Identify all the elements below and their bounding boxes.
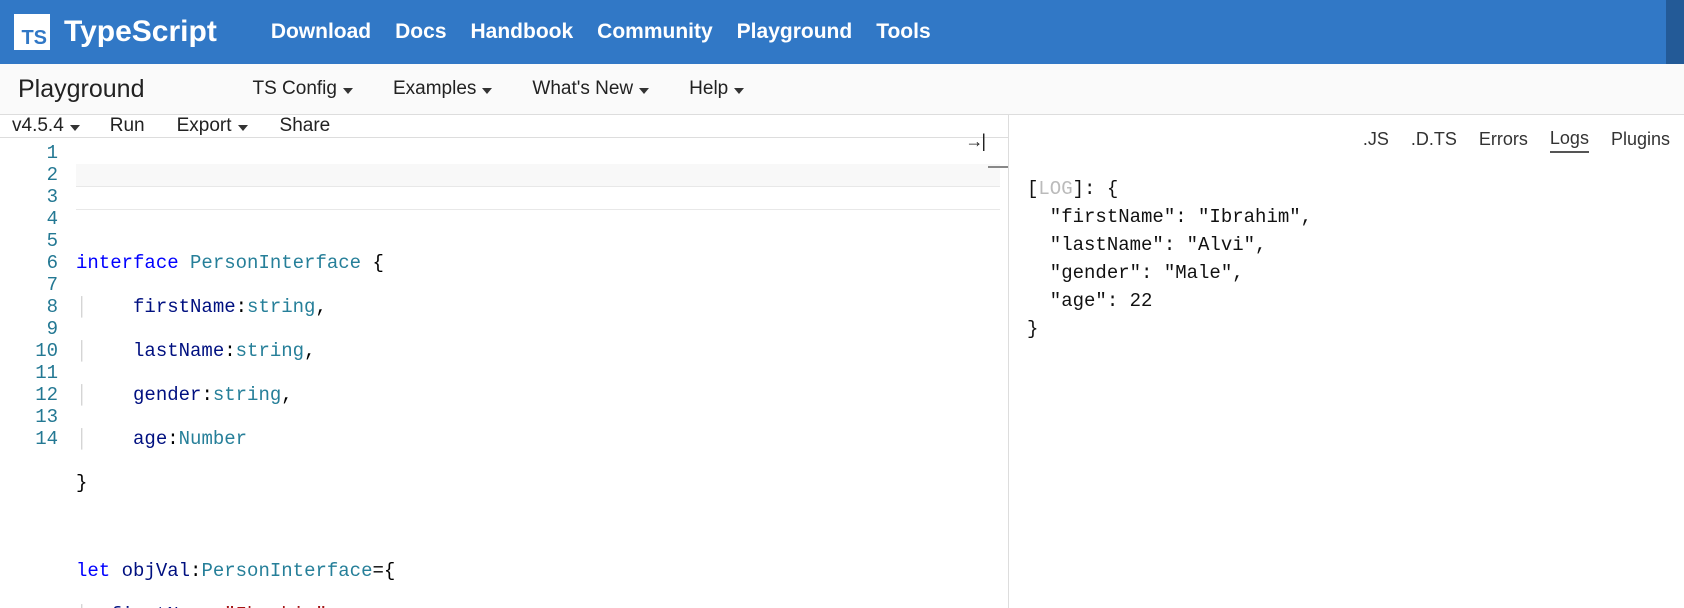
logs-output: [LOG]: { "firstName": "Ibrahim", "lastNa… xyxy=(1009,165,1684,608)
editor-panel: v4.5.4 Run Export Share →| 1234567 89101… xyxy=(0,115,1009,608)
share-button[interactable]: Share xyxy=(280,115,331,137)
line-gutter: 1234567 891011121314 xyxy=(0,142,76,608)
code-area[interactable]: interface PersonInterface { │ firstName:… xyxy=(76,142,1008,608)
tab-errors[interactable]: Errors xyxy=(1479,129,1528,152)
top-nav: Download Docs Handbook Community Playgro… xyxy=(269,20,933,44)
brand: TypeScript xyxy=(64,15,217,49)
nav-community[interactable]: Community xyxy=(595,20,715,44)
topbar: TS TypeScript Download Docs Handbook Com… xyxy=(0,0,1684,64)
tab-logs[interactable]: Logs xyxy=(1550,128,1589,153)
nav-docs[interactable]: Docs xyxy=(393,20,448,44)
chevron-down-icon xyxy=(482,88,492,94)
version-dropdown[interactable]: v4.5.4 xyxy=(12,115,80,137)
chevron-down-icon xyxy=(639,88,649,94)
nav-tools[interactable]: Tools xyxy=(874,20,932,44)
chevron-down-icon xyxy=(734,88,744,94)
editor-toolbar: v4.5.4 Run Export Share →| xyxy=(0,115,1008,138)
tab-dts[interactable]: .D.TS xyxy=(1411,129,1457,152)
code-editor[interactable]: 1234567 891011121314 interface PersonInt… xyxy=(0,138,1008,608)
nav-playground[interactable]: Playground xyxy=(735,20,855,44)
output-tabs: .JS .D.TS Errors Logs Plugins xyxy=(1009,115,1684,165)
nav-handbook[interactable]: Handbook xyxy=(469,20,576,44)
ts-logo: TS xyxy=(14,14,50,50)
chevron-down-icon xyxy=(238,125,248,131)
nav-download[interactable]: Download xyxy=(269,20,373,44)
menu-tsconfig[interactable]: TS Config xyxy=(252,78,352,100)
menu-help[interactable]: Help xyxy=(689,78,744,100)
chevron-down-icon xyxy=(343,88,353,94)
page-title: Playground xyxy=(18,75,144,104)
sub-nav: TS Config Examples What's New Help xyxy=(252,78,744,100)
right-strip xyxy=(1666,0,1684,64)
tab-plugins[interactable]: Plugins xyxy=(1611,129,1670,152)
menu-whatsnew[interactable]: What's New xyxy=(532,78,649,100)
subbar: Playground TS Config Examples What's New… xyxy=(0,64,1684,115)
tab-js[interactable]: .JS xyxy=(1363,129,1389,152)
output-panel: .JS .D.TS Errors Logs Plugins [LOG]: { "… xyxy=(1009,115,1684,608)
chevron-down-icon xyxy=(70,125,80,131)
run-button[interactable]: Run xyxy=(110,115,145,137)
menu-examples[interactable]: Examples xyxy=(393,78,492,100)
export-button[interactable]: Export xyxy=(177,115,248,137)
